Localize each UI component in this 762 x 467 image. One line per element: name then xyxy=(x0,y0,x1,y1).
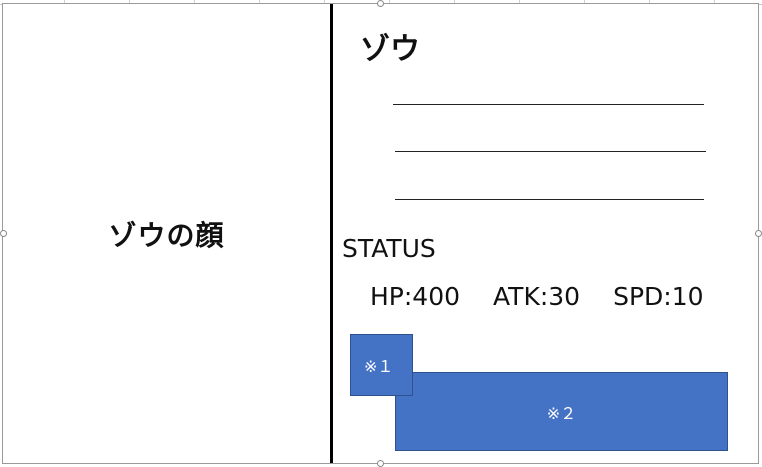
resize-handle-left[interactable] xyxy=(0,230,7,237)
resize-handle-right[interactable] xyxy=(755,230,762,237)
face-panel: ゾウの顔 xyxy=(3,4,330,463)
description-line-2 xyxy=(395,151,706,152)
info-panel: ゾウ STATUS HP:400 ATK:30 SPD:10 ※２ ※１ xyxy=(333,4,758,463)
description-line-1 xyxy=(393,104,704,105)
atk-value: ATK:30 xyxy=(493,282,581,311)
resize-handle-bottom[interactable] xyxy=(377,460,384,467)
status-heading: STATUS xyxy=(342,234,436,263)
face-label: ゾウの顔 xyxy=(108,218,225,252)
character-name: ゾウ xyxy=(360,32,420,67)
hp-value: HP:400 xyxy=(370,282,461,311)
note-box-2[interactable]: ※２ xyxy=(395,372,728,451)
description-line-3 xyxy=(395,199,704,200)
character-card[interactable]: ゾウの顔 ゾウ STATUS HP:400 ATK:30 SPD:10 ※２ ※１ xyxy=(2,3,759,464)
spd-value: SPD:10 xyxy=(613,282,704,311)
resize-handle-top[interactable] xyxy=(377,0,384,7)
note-box-1[interactable]: ※１ xyxy=(350,334,413,396)
status-values: HP:400 ATK:30 SPD:10 xyxy=(370,282,704,311)
